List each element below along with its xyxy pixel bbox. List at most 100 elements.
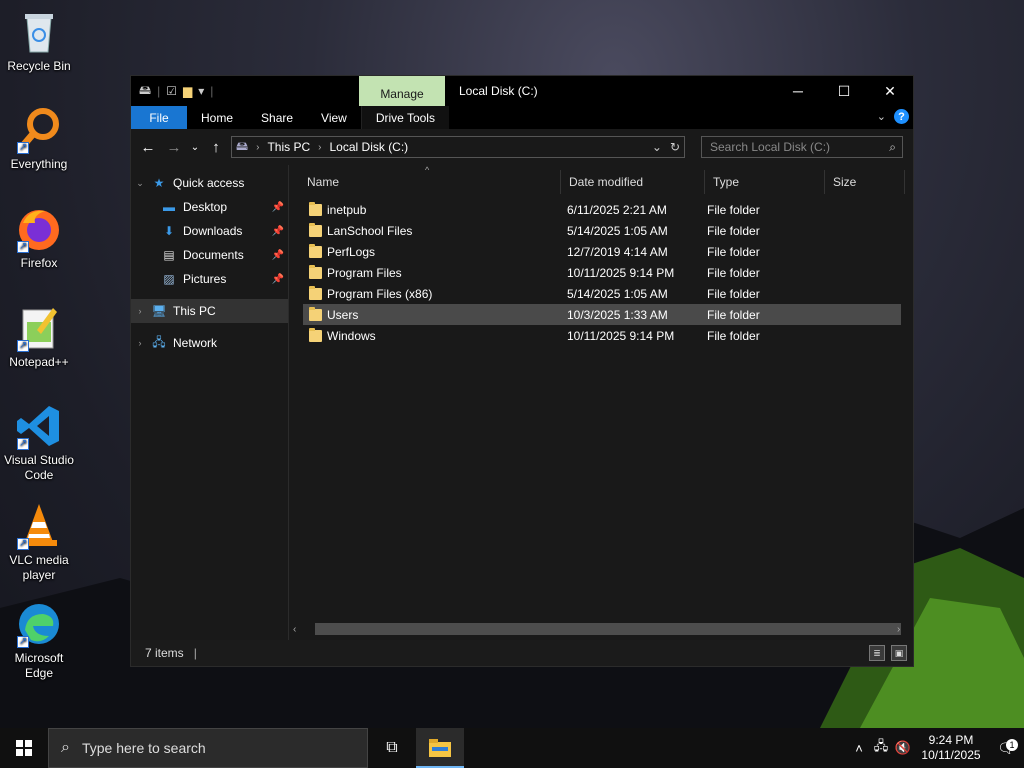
breadcrumb-local-disk[interactable]: Local Disk (C:) <box>330 140 409 154</box>
documents-icon: ▤ <box>163 248 175 262</box>
taskbar-search-input[interactable]: ⌕ Type here to search <box>48 728 368 768</box>
expand-ribbon-icon[interactable]: ⌄ <box>877 110 886 123</box>
start-button[interactable] <box>0 728 48 768</box>
tab-file[interactable]: File <box>131 106 187 129</box>
scroll-left-icon[interactable]: ‹ <box>293 624 303 635</box>
desktop-icon-recycle-bin[interactable]: Recycle Bin <box>0 8 78 74</box>
download-icon: ⬇ <box>163 224 175 238</box>
table-row[interactable]: LanSchool Files 5/14/2025 1:05 AM File f… <box>303 220 901 241</box>
close-button[interactable]: ✕ <box>867 76 913 106</box>
column-header-type[interactable]: Type <box>705 170 825 194</box>
file-date: 12/7/2019 4:14 AM <box>567 244 668 259</box>
table-row[interactable]: Program Files (x86) 5/14/2025 1:05 AM Fi… <box>303 283 901 304</box>
tab-view[interactable]: View <box>307 106 361 129</box>
desktop-icon-everything[interactable]: Everything <box>0 106 78 172</box>
nav-label: Documents <box>183 248 244 262</box>
address-dropdown-icon[interactable]: ⌄ <box>652 140 662 154</box>
column-headers: ^ Name Date modified Type Size <box>289 165 913 199</box>
nav-label: Downloads <box>183 224 243 238</box>
horizontal-scrollbar[interactable]: ‹ › <box>293 622 907 636</box>
clock[interactable]: 9:24 PM 10/11/2025 <box>914 733 988 763</box>
forward-button[interactable]: → <box>163 139 185 156</box>
minimize-button[interactable]: ─ <box>775 76 821 106</box>
nav-item-network[interactable]: › 🖧 Network <box>131 331 288 355</box>
taskbar: ⌕ Type here to search ⧉ ˄ 🖧 🔇 9:24 PM 10… <box>0 728 1024 768</box>
nav-item-downloads[interactable]: ⬇ Downloads 📌 <box>131 219 288 243</box>
up-button[interactable]: ↑ <box>205 139 227 156</box>
volume-muted-icon[interactable]: 🔇 <box>892 740 914 756</box>
search-input[interactable]: Search Local Disk (C:) ⌕ <box>701 136 903 158</box>
nav-label: This PC <box>173 304 216 318</box>
task-view-button[interactable]: ⧉ <box>368 728 416 768</box>
scrollbar-thumb[interactable] <box>315 623 901 635</box>
desktop-icon-notepadpp[interactable]: Notepad++ <box>0 304 78 370</box>
tab-drive-tools[interactable]: Drive Tools <box>360 106 449 129</box>
refresh-icon[interactable]: ↻ <box>670 140 680 154</box>
table-row-selected[interactable]: Users 10/3/2025 1:33 AM File folder <box>303 304 901 325</box>
task-view-icon: ⧉ <box>386 739 398 756</box>
table-row[interactable]: inetpub 6/11/2025 2:21 AM File folder <box>303 199 901 220</box>
taskbar-search-placeholder: Type here to search <box>81 740 206 756</box>
table-row[interactable]: Windows 10/11/2025 9:14 PM File folder <box>303 325 901 346</box>
details-view-icon[interactable]: ≣ <box>869 645 885 661</box>
table-row[interactable]: Program Files 10/11/2025 9:14 PM File fo… <box>303 262 901 283</box>
system-tray: ˄ 🖧 🔇 9:24 PM 10/11/2025 🗨 1 <box>848 728 1024 768</box>
large-icons-view-icon[interactable]: ▣ <box>891 645 907 661</box>
title-bar[interactable]: 🖴 | ☑ ▆ ▾ | Manage Local Disk (C:) ─ ☐ ✕ <box>131 76 913 106</box>
search-icon: ⌕ <box>61 739 70 756</box>
tab-home[interactable]: Home <box>187 106 247 129</box>
nav-item-this-pc[interactable]: › 🖥 This PC <box>131 299 288 323</box>
nav-quick-access[interactable]: ⌄ ★ Quick access <box>131 171 288 195</box>
breadcrumb-this-pc[interactable]: This PC <box>267 140 310 154</box>
desktop-icon-firefox[interactable]: Firefox <box>0 205 78 271</box>
folder-icon <box>309 306 322 321</box>
properties-icon[interactable]: ☑ <box>166 84 177 98</box>
tab-manage[interactable]: Manage <box>359 76 445 106</box>
back-button[interactable]: ← <box>137 139 159 156</box>
help-icon[interactable]: ? <box>894 109 909 124</box>
chevron-right-icon[interactable]: › <box>135 338 145 348</box>
folder-icon <box>309 327 322 342</box>
show-hidden-icons-icon[interactable]: ˄ <box>848 741 870 756</box>
column-header-size[interactable]: Size <box>825 170 905 194</box>
desktop-icon-label: Microsoft Edge <box>14 651 64 680</box>
file-name: Windows <box>327 328 376 343</box>
maximize-button[interactable]: ☐ <box>821 76 867 106</box>
star-icon: ★ <box>153 176 165 190</box>
shortcut-arrow-icon <box>17 634 29 649</box>
desktop-folder-icon: ▬ <box>163 200 175 214</box>
nav-item-desktop[interactable]: ▬ Desktop 📌 <box>131 195 288 219</box>
desktop-icon-edge[interactable]: Microsoft Edge <box>0 600 78 681</box>
drive-icon[interactable]: 🖴 <box>139 81 151 102</box>
action-center-button[interactable]: 🗨 1 <box>988 738 1024 757</box>
clock-time: 9:24 PM <box>928 733 974 747</box>
desktop-icon-vlc[interactable]: VLC media player <box>0 502 78 583</box>
search-icon: ⌕ <box>889 139 896 154</box>
table-row[interactable]: PerfLogs 12/7/2019 4:14 AM File folder <box>303 241 901 262</box>
file-name: inetpub <box>327 202 367 217</box>
column-header-date[interactable]: Date modified <box>561 170 705 194</box>
computer-icon: 🖥 <box>151 304 167 318</box>
status-bar: 7 items | ≣ ▣ <box>131 640 913 666</box>
network-icon[interactable]: 🖧 <box>870 737 892 759</box>
desktop-icon-vscode[interactable]: Visual Studio Code <box>0 402 78 483</box>
recent-locations-icon[interactable]: ⌄ <box>189 142 201 153</box>
taskbar-file-explorer[interactable] <box>416 728 464 768</box>
file-date: 5/14/2025 1:05 AM <box>567 223 668 238</box>
chevron-right-icon[interactable]: › <box>135 306 145 316</box>
desktop-icon-label: Visual Studio Code <box>4 453 74 482</box>
nav-item-documents[interactable]: ▤ Documents 📌 <box>131 243 288 267</box>
nav-item-pictures[interactable]: ▨ Pictures 📌 <box>131 267 288 291</box>
file-explorer-icon <box>429 739 451 757</box>
scroll-right-icon[interactable]: › <box>897 624 907 635</box>
everything-search-icon <box>15 106 63 155</box>
chevron-down-icon[interactable]: ⌄ <box>135 178 145 189</box>
address-bar[interactable]: 🖴 › This PC › Local Disk (C:) ⌄ ↻ <box>231 136 685 158</box>
new-folder-icon[interactable]: ▆ <box>183 84 192 98</box>
customize-qat-icon[interactable]: ▾ <box>198 84 204 98</box>
network-icon: 🖧 <box>152 334 166 349</box>
breadcrumb-separator: › <box>256 141 260 153</box>
file-name: Program Files <box>327 265 402 280</box>
tab-share[interactable]: Share <box>247 106 307 129</box>
column-header-name[interactable]: Name <box>299 170 561 194</box>
